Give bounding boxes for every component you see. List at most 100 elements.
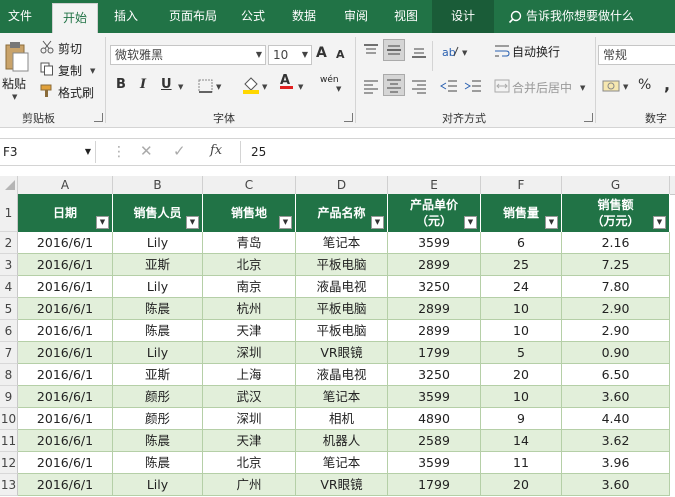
tell-me-search[interactable]: 告诉我你想要做什么 xyxy=(508,0,634,33)
phonetic-dropdown-icon[interactable]: ▼ xyxy=(336,85,341,93)
cell-date[interactable]: 2016/6/1 xyxy=(18,452,113,474)
cell-unit-price[interactable]: 2899 xyxy=(388,254,481,276)
font-name-select[interactable]: 微软雅黑 ▼ xyxy=(110,45,266,65)
filter-dropdown-icon[interactable]: ▼ xyxy=(653,216,666,229)
cell-location[interactable]: 天津 xyxy=(203,430,296,452)
cell-location[interactable]: 北京 xyxy=(203,254,296,276)
filter-dropdown-icon[interactable]: ▼ xyxy=(545,216,558,229)
row-header[interactable]: 7 xyxy=(0,342,18,364)
border-icon[interactable] xyxy=(198,79,214,93)
cell-salesperson[interactable]: 亚斯 xyxy=(113,254,203,276)
cell-date[interactable]: 2016/6/1 xyxy=(18,386,113,408)
header-cell-unit-price[interactable]: 产品单价 （元） ▼ xyxy=(388,194,481,232)
align-bottom-icon[interactable] xyxy=(410,43,428,59)
cell-salesperson[interactable]: 陈晨 xyxy=(113,430,203,452)
header-cell-salesperson[interactable]: 销售人员 ▼ xyxy=(113,194,203,232)
cell-unit-price[interactable]: 4890 xyxy=(388,408,481,430)
cell-salesperson[interactable]: 陈晨 xyxy=(113,452,203,474)
cell-unit-price[interactable]: 1799 xyxy=(388,342,481,364)
font-size-select[interactable]: 10 ▼ xyxy=(268,45,312,65)
cell-location[interactable]: 深圳 xyxy=(203,408,296,430)
cell-quantity[interactable]: 20 xyxy=(481,364,562,386)
cell-sales-amount[interactable]: 2.90 xyxy=(562,320,670,342)
cell-sales-amount[interactable]: 2.16 xyxy=(562,232,670,254)
merge-center-button[interactable]: 合并后居中 xyxy=(512,79,572,96)
wrap-text-button[interactable]: 自动换行 xyxy=(512,43,560,60)
tab-view[interactable]: 视图 xyxy=(386,0,426,33)
paste-dropdown-icon[interactable]: ▼ xyxy=(12,93,17,101)
select-all-corner[interactable] xyxy=(0,176,18,194)
cell-quantity[interactable]: 20 xyxy=(481,474,562,496)
fill-color-dropdown-icon[interactable]: ▼ xyxy=(262,83,267,91)
paste-button[interactable]: 粘贴 xyxy=(2,75,26,92)
copy-dropdown-icon[interactable]: ▼ xyxy=(90,67,95,75)
header-cell-sales-amount[interactable]: 销售额 （万元） ▼ xyxy=(562,194,670,232)
filter-dropdown-icon[interactable]: ▼ xyxy=(279,216,292,229)
font-color-dropdown-icon[interactable]: ▼ xyxy=(298,83,303,91)
increase-indent-icon[interactable] xyxy=(464,78,482,94)
enter-check-icon[interactable]: ✓ xyxy=(173,142,186,160)
cell-product[interactable]: 笔记本 xyxy=(296,452,388,474)
cell-salesperson[interactable]: Lily xyxy=(113,474,203,496)
alignment-launcher-icon[interactable] xyxy=(584,113,593,122)
cell-salesperson[interactable]: Lily xyxy=(113,342,203,364)
cell-unit-price[interactable]: 3599 xyxy=(388,452,481,474)
insert-function-button[interactable]: fx xyxy=(210,143,222,158)
cell-location[interactable]: 深圳 xyxy=(203,342,296,364)
cell-salesperson[interactable]: 颜彤 xyxy=(113,408,203,430)
cell-unit-price[interactable]: 3599 xyxy=(388,386,481,408)
cell-location[interactable]: 天津 xyxy=(203,320,296,342)
cell-date[interactable]: 2016/6/1 xyxy=(18,342,113,364)
header-cell-quantity[interactable]: 销售量 ▼ xyxy=(481,194,562,232)
number-format-select[interactable]: 常规 xyxy=(598,45,675,65)
column-header-d[interactable]: D xyxy=(296,176,388,194)
grow-font-button[interactable]: A xyxy=(316,45,327,61)
cell-date[interactable]: 2016/6/1 xyxy=(18,298,113,320)
cell-date[interactable]: 2016/6/1 xyxy=(18,276,113,298)
name-box[interactable]: F3 ▼ xyxy=(0,141,96,163)
formula-input[interactable]: 25 xyxy=(240,141,675,163)
font-color-button[interactable]: A xyxy=(280,73,293,89)
cell-salesperson[interactable]: 陈晨 xyxy=(113,320,203,342)
cell-unit-price[interactable]: 2899 xyxy=(388,320,481,342)
cell-date[interactable]: 2016/6/1 xyxy=(18,474,113,496)
cell-location[interactable]: 杭州 xyxy=(203,298,296,320)
decrease-indent-icon[interactable] xyxy=(440,78,458,94)
tab-home[interactable]: 开始 xyxy=(52,3,98,33)
fill-color-icon[interactable] xyxy=(242,76,260,94)
italic-button[interactable]: I xyxy=(140,77,146,92)
bold-button[interactable]: B xyxy=(116,77,126,92)
cell-quantity[interactable]: 10 xyxy=(481,386,562,408)
cell-unit-price[interactable]: 2589 xyxy=(388,430,481,452)
cut-button[interactable]: 剪切 xyxy=(58,40,82,57)
cancel-icon[interactable]: ✕ xyxy=(140,142,153,160)
cell-unit-price[interactable]: 3599 xyxy=(388,232,481,254)
cell-product[interactable]: VR眼镜 xyxy=(296,474,388,496)
format-painter-button[interactable]: 格式刷 xyxy=(58,84,94,101)
cell-date[interactable]: 2016/6/1 xyxy=(18,320,113,342)
align-top-icon[interactable] xyxy=(362,43,380,59)
cell-salesperson[interactable]: Lily xyxy=(113,276,203,298)
cell-sales-amount[interactable]: 0.90 xyxy=(562,342,670,364)
underline-button[interactable]: U xyxy=(161,77,172,92)
cell-salesperson[interactable]: 陈晨 xyxy=(113,298,203,320)
cell-quantity[interactable]: 9 xyxy=(481,408,562,430)
orientation-dropdown-icon[interactable]: ▼ xyxy=(462,49,467,57)
align-right-icon[interactable] xyxy=(410,78,428,94)
cell-sales-amount[interactable]: 3.60 xyxy=(562,474,670,496)
cell-unit-price[interactable]: 3250 xyxy=(388,276,481,298)
cell-sales-amount[interactable]: 6.50 xyxy=(562,364,670,386)
cell-product[interactable]: 相机 xyxy=(296,408,388,430)
row-header[interactable]: 3 xyxy=(0,254,18,276)
clipboard-launcher-icon[interactable] xyxy=(94,113,103,122)
tab-review[interactable]: 审阅 xyxy=(336,0,376,33)
cell-product[interactable]: 笔记本 xyxy=(296,386,388,408)
underline-dropdown-icon[interactable]: ▼ xyxy=(178,83,183,91)
row-header[interactable]: 2 xyxy=(0,232,18,254)
cell-sales-amount[interactable]: 3.62 xyxy=(562,430,670,452)
cell-quantity[interactable]: 10 xyxy=(481,320,562,342)
cell-location[interactable]: 上海 xyxy=(203,364,296,386)
cell-date[interactable]: 2016/6/1 xyxy=(18,254,113,276)
tab-insert[interactable]: 插入 xyxy=(104,0,148,33)
phonetic-button[interactable]: wén xyxy=(320,75,339,85)
